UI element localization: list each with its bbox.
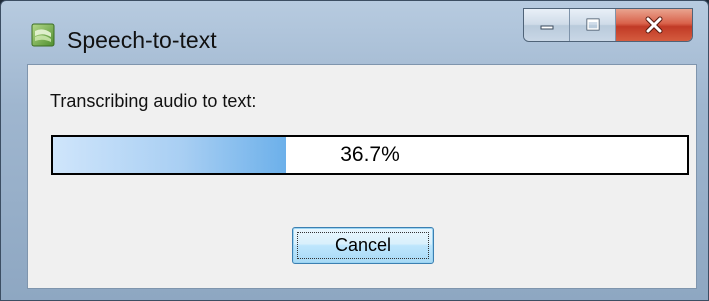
dialog-window: Speech-to-text Transcribing audio to tex… — [0, 0, 709, 301]
minimize-button[interactable] — [524, 9, 570, 41]
dialog-client-area: Transcribing audio to text: 36.7% Cancel — [27, 64, 697, 289]
close-icon — [645, 16, 663, 34]
close-button[interactable] — [616, 9, 692, 41]
window-title: Speech-to-text — [67, 27, 217, 53]
progress-bar: 36.7% — [51, 135, 689, 175]
cancel-button-label: Cancel — [334, 235, 392, 255]
minimize-icon — [540, 25, 553, 30]
maximize-icon — [586, 18, 599, 31]
caption-buttons — [523, 8, 693, 42]
speech-app-icon — [31, 23, 55, 47]
maximize-button[interactable] — [570, 9, 616, 41]
title-bar[interactable]: Speech-to-text — [1, 1, 708, 63]
progress-percent: 36.7% — [340, 143, 400, 166]
status-label: Transcribing audio to text: — [50, 91, 257, 111]
cancel-button[interactable]: Cancel — [292, 227, 434, 264]
